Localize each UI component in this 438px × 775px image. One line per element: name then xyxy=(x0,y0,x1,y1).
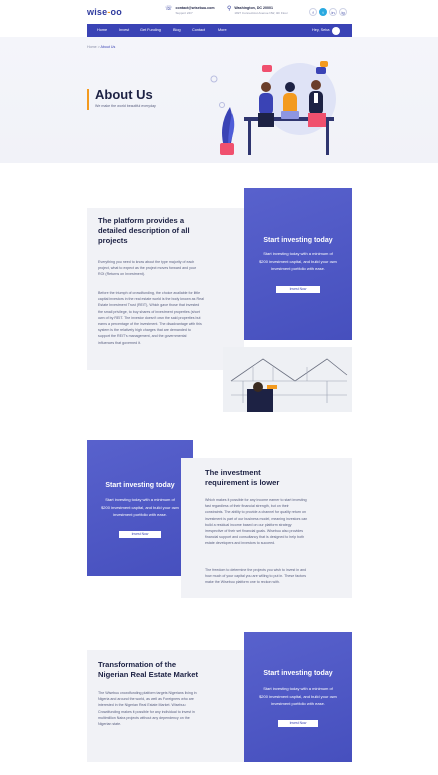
invest-now-button[interactable]: Invest Now xyxy=(278,720,318,727)
logo[interactable]: wise-oo xyxy=(87,7,122,17)
email-sub: Support 24/7 xyxy=(175,11,193,15)
cta-card-3: Start investing today Start investing to… xyxy=(244,632,352,762)
avatar[interactable] xyxy=(332,27,340,35)
cta-title: Start investing today xyxy=(263,670,333,677)
top-bar: wise-oo ☏ contact@wisebuu.com Support 24… xyxy=(0,0,438,26)
section-transformation-para1: The Wisebuu crowdfunding platform target… xyxy=(98,691,197,727)
instagram-icon[interactable]: ig xyxy=(339,8,347,16)
nav-item-more[interactable]: More xyxy=(218,28,227,32)
main-nav: Home Invest Get Funding Blog Contact Mor… xyxy=(87,24,352,37)
invest-now-button[interactable]: Invest Now xyxy=(119,531,161,538)
facebook-icon[interactable]: f xyxy=(309,8,317,16)
cta-card-2: Start investing today Start investing to… xyxy=(87,440,193,576)
nav-item-get-funding[interactable]: Get Funding xyxy=(140,28,161,32)
engineer-blueprint-photo xyxy=(223,347,352,412)
nav-item-home[interactable]: Home xyxy=(97,28,107,32)
breadcrumb-sep: > xyxy=(97,45,100,49)
cta-text: Start investing today with a minimum of … xyxy=(101,497,179,518)
section-requirement-para1: Which makes it possible for any income e… xyxy=(205,498,308,546)
nav-item-contact[interactable]: Contact xyxy=(192,28,205,32)
linkedin-icon[interactable]: in xyxy=(329,8,337,16)
breadcrumb: Home > About Us xyxy=(87,45,115,49)
invest-now-button[interactable]: Invest Now xyxy=(276,286,320,293)
section-requirement-para2: The freedom to determine the projects yo… xyxy=(205,568,307,585)
breadcrumb-home[interactable]: Home xyxy=(87,45,97,49)
team-illustration xyxy=(210,61,336,155)
page-title: About Us xyxy=(95,87,153,102)
contact-email[interactable]: ☏ contact@wisebuu.com Support 24/7 xyxy=(165,6,215,15)
contact-address: ⚲ Washington, DC 20001 1827 Connecticut … xyxy=(227,6,288,15)
logo-text: wise xyxy=(87,7,108,17)
section-platform-para2: Before the triumph of crowdfunding, the … xyxy=(98,291,204,345)
cta-card-1: Start investing today Start investing to… xyxy=(244,188,352,340)
cta-title: Start investing today xyxy=(105,482,175,489)
accent-bar xyxy=(87,89,89,110)
logo-text-end: oo xyxy=(110,7,122,17)
blueprint-drawing xyxy=(223,347,352,412)
cta-title: Start investing today xyxy=(263,237,333,244)
nav-item-blog[interactable]: Blog xyxy=(173,28,181,32)
section-transformation-title: Transformation of the Nigerian Real Esta… xyxy=(98,660,199,680)
section-platform-para1: Everything you need to know about the ty… xyxy=(98,260,197,277)
user-greeting[interactable]: Hey, Seba xyxy=(312,28,329,32)
breadcrumb-current: About Us xyxy=(100,45,116,49)
nav-item-invest[interactable]: Invest xyxy=(119,28,129,32)
page-subtitle: We make the world beautiful everyday xyxy=(95,104,156,108)
address-sub: 1827 Connecticut Avenue NW, 4th Floor xyxy=(234,11,288,15)
twitter-icon[interactable]: t xyxy=(319,8,327,16)
hero-section: Home > About Us About Us We make the wor… xyxy=(0,37,438,163)
social-links: f t in ig xyxy=(309,8,347,16)
section-requirement-title: The investment requirement is lower xyxy=(205,468,280,488)
section-platform-title: The platform provides a detailed descrip… xyxy=(98,216,190,246)
phone-icon: ☏ xyxy=(165,6,173,12)
location-pin-icon: ⚲ xyxy=(227,6,232,12)
cta-text: Start investing today with a minimum of … xyxy=(259,686,337,707)
cta-text: Start investing today with a minimum of … xyxy=(259,251,337,272)
